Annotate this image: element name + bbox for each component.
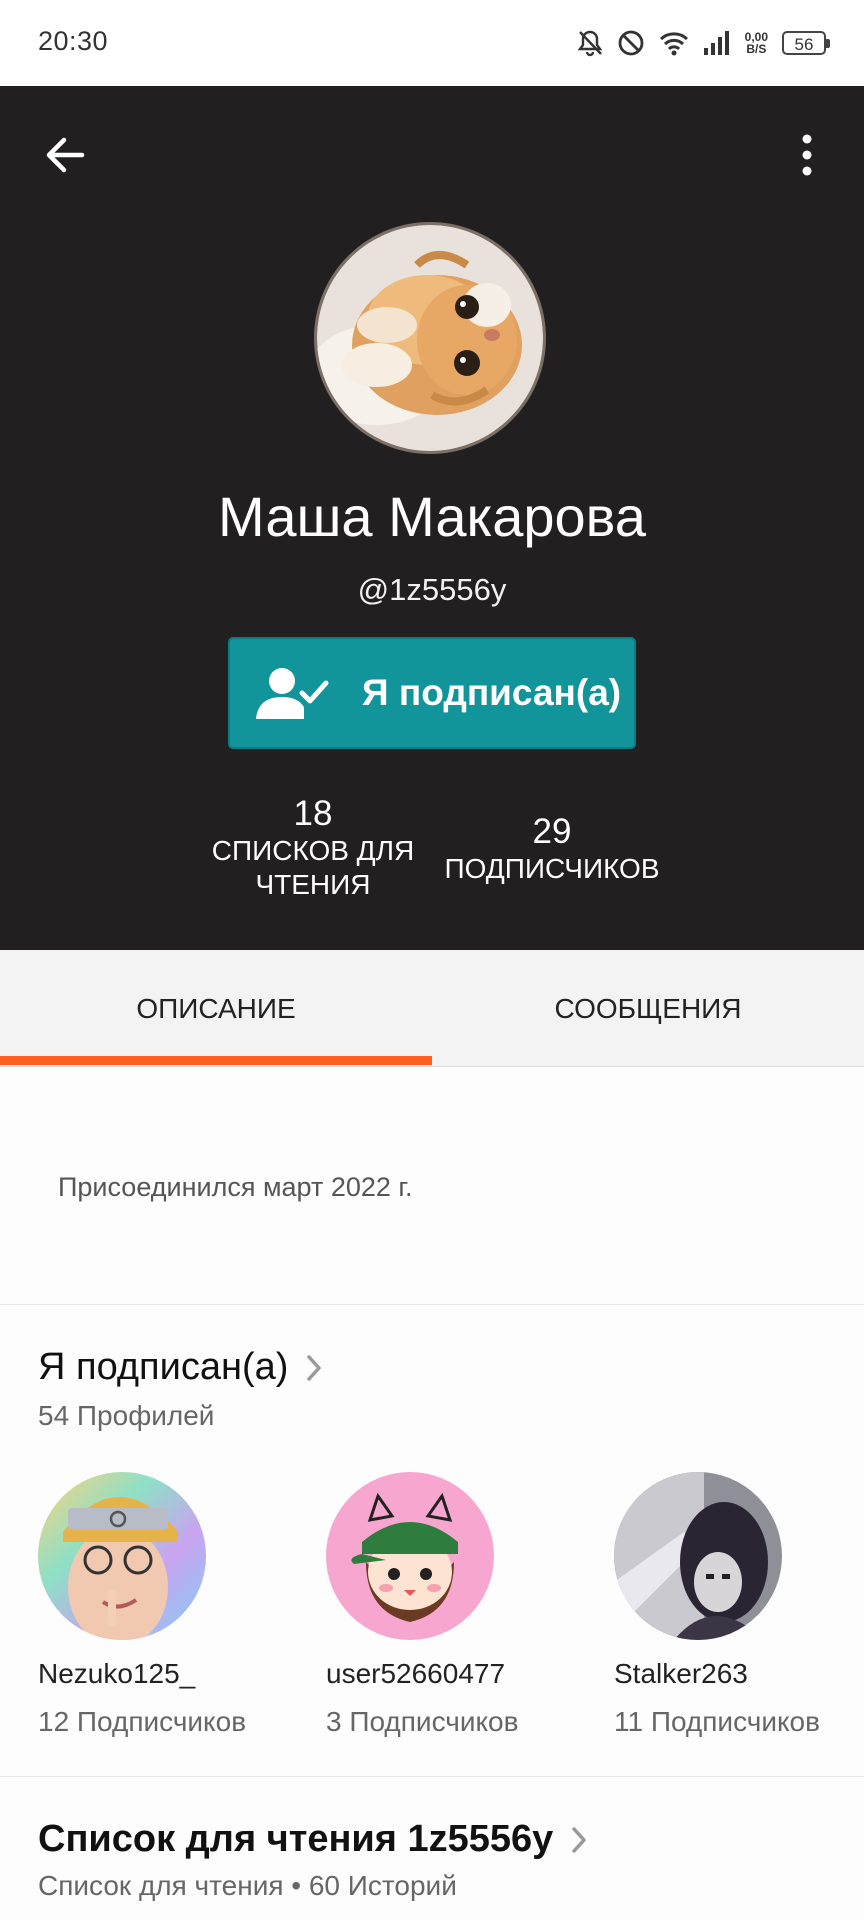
- followers-count: 29: [532, 812, 572, 851]
- back-arrow-icon: [46, 137, 85, 173]
- signal-icon: [703, 30, 731, 56]
- back-button[interactable]: [38, 128, 92, 182]
- following-username: user52660477: [326, 1658, 506, 1689]
- status-time: 20:30: [38, 26, 109, 56]
- profile-name: Маша Макарова: [218, 485, 646, 548]
- reading-lists-label-line1: СПИСКОВ ДЛЯ: [211, 835, 415, 866]
- more-options-button[interactable]: [780, 128, 834, 182]
- following-followers-count: 12 Подписчиков: [38, 1706, 247, 1737]
- following-profile-card[interactable]: Stalker263 11 Подписчиков: [614, 1472, 854, 1738]
- more-vert-icon: [802, 134, 812, 176]
- followers-label: ПОДПИСЧИКОВ: [444, 853, 660, 884]
- profile-avatar-thumb: [614, 1472, 782, 1640]
- profile-avatar-thumb: [38, 1472, 206, 1640]
- following-section-title: Я подписан(а): [38, 1346, 289, 1388]
- profile-tabs: ОПИСАНИЕ СООБЩЕНИЯ: [0, 950, 864, 1067]
- chevron-right-icon: [307, 1354, 322, 1381]
- following-followers-count: 11 Подписчиков: [614, 1706, 820, 1737]
- tab-messages[interactable]: СООБЩЕНИЯ: [432, 950, 864, 1066]
- profile-avatar: [314, 222, 546, 454]
- tab-description[interactable]: ОПИСАНИЕ: [0, 950, 432, 1066]
- reading-list-subtitle: Список для чтения • 60 Историй: [38, 1870, 457, 1901]
- chevron-right-icon: [572, 1826, 587, 1853]
- divider: [0, 1776, 864, 1777]
- reading-list-title: Список для чтения 1z5556y: [38, 1818, 554, 1860]
- net-speed: 0,00 B/S: [745, 31, 768, 55]
- battery-indicator: 56: [782, 31, 830, 55]
- following-section-header[interactable]: Я подписан(а): [38, 1346, 322, 1389]
- follow-check-icon: [256, 668, 329, 719]
- reading-lists-count: 18: [293, 794, 333, 833]
- following-count: 54 Профилей: [38, 1400, 215, 1431]
- following-profile-card[interactable]: user52660477 3 Подписчиков: [326, 1472, 566, 1738]
- reading-list-header[interactable]: Список для чтения 1z5556y: [38, 1818, 587, 1861]
- status-icons: 0,00 B/S 56: [577, 24, 830, 62]
- status-bar: 20:30 0,00 B/S 56: [0, 0, 864, 86]
- active-tab-indicator: [0, 1056, 432, 1065]
- following-button[interactable]: Я подписан(а): [228, 637, 636, 749]
- following-username: Stalker263: [614, 1658, 748, 1689]
- divider: [0, 1304, 864, 1305]
- profile-avatar-thumb: [326, 1472, 494, 1640]
- reading-lists-label-line2: ЧТЕНИЯ: [255, 869, 371, 900]
- following-username: Nezuko125_: [38, 1658, 196, 1689]
- profile-header: Маша Макарова @1z5556y Я подписан(а) 18 …: [0, 86, 864, 950]
- following-followers-count: 3 Подписчиков: [326, 1706, 519, 1737]
- wifi-icon: [659, 30, 689, 56]
- reading-lists-stat[interactable]: 18 СПИСКОВ ДЛЯ ЧТЕНИЯ: [188, 794, 438, 902]
- profile-handle: @1z5556y: [357, 572, 507, 607]
- following-profile-card[interactable]: Nezuko125_ 12 Подписчиков: [38, 1472, 278, 1738]
- bell-off-icon: [577, 29, 603, 57]
- joined-date: Присоединился март 2022 г.: [58, 1172, 413, 1202]
- followers-stat[interactable]: 29 ПОДПИСЧИКОВ: [432, 812, 672, 886]
- dnd-icon: [617, 29, 645, 57]
- following-button-label: Я подписан(а): [362, 672, 622, 713]
- net-speed-unit: B/S: [746, 42, 767, 56]
